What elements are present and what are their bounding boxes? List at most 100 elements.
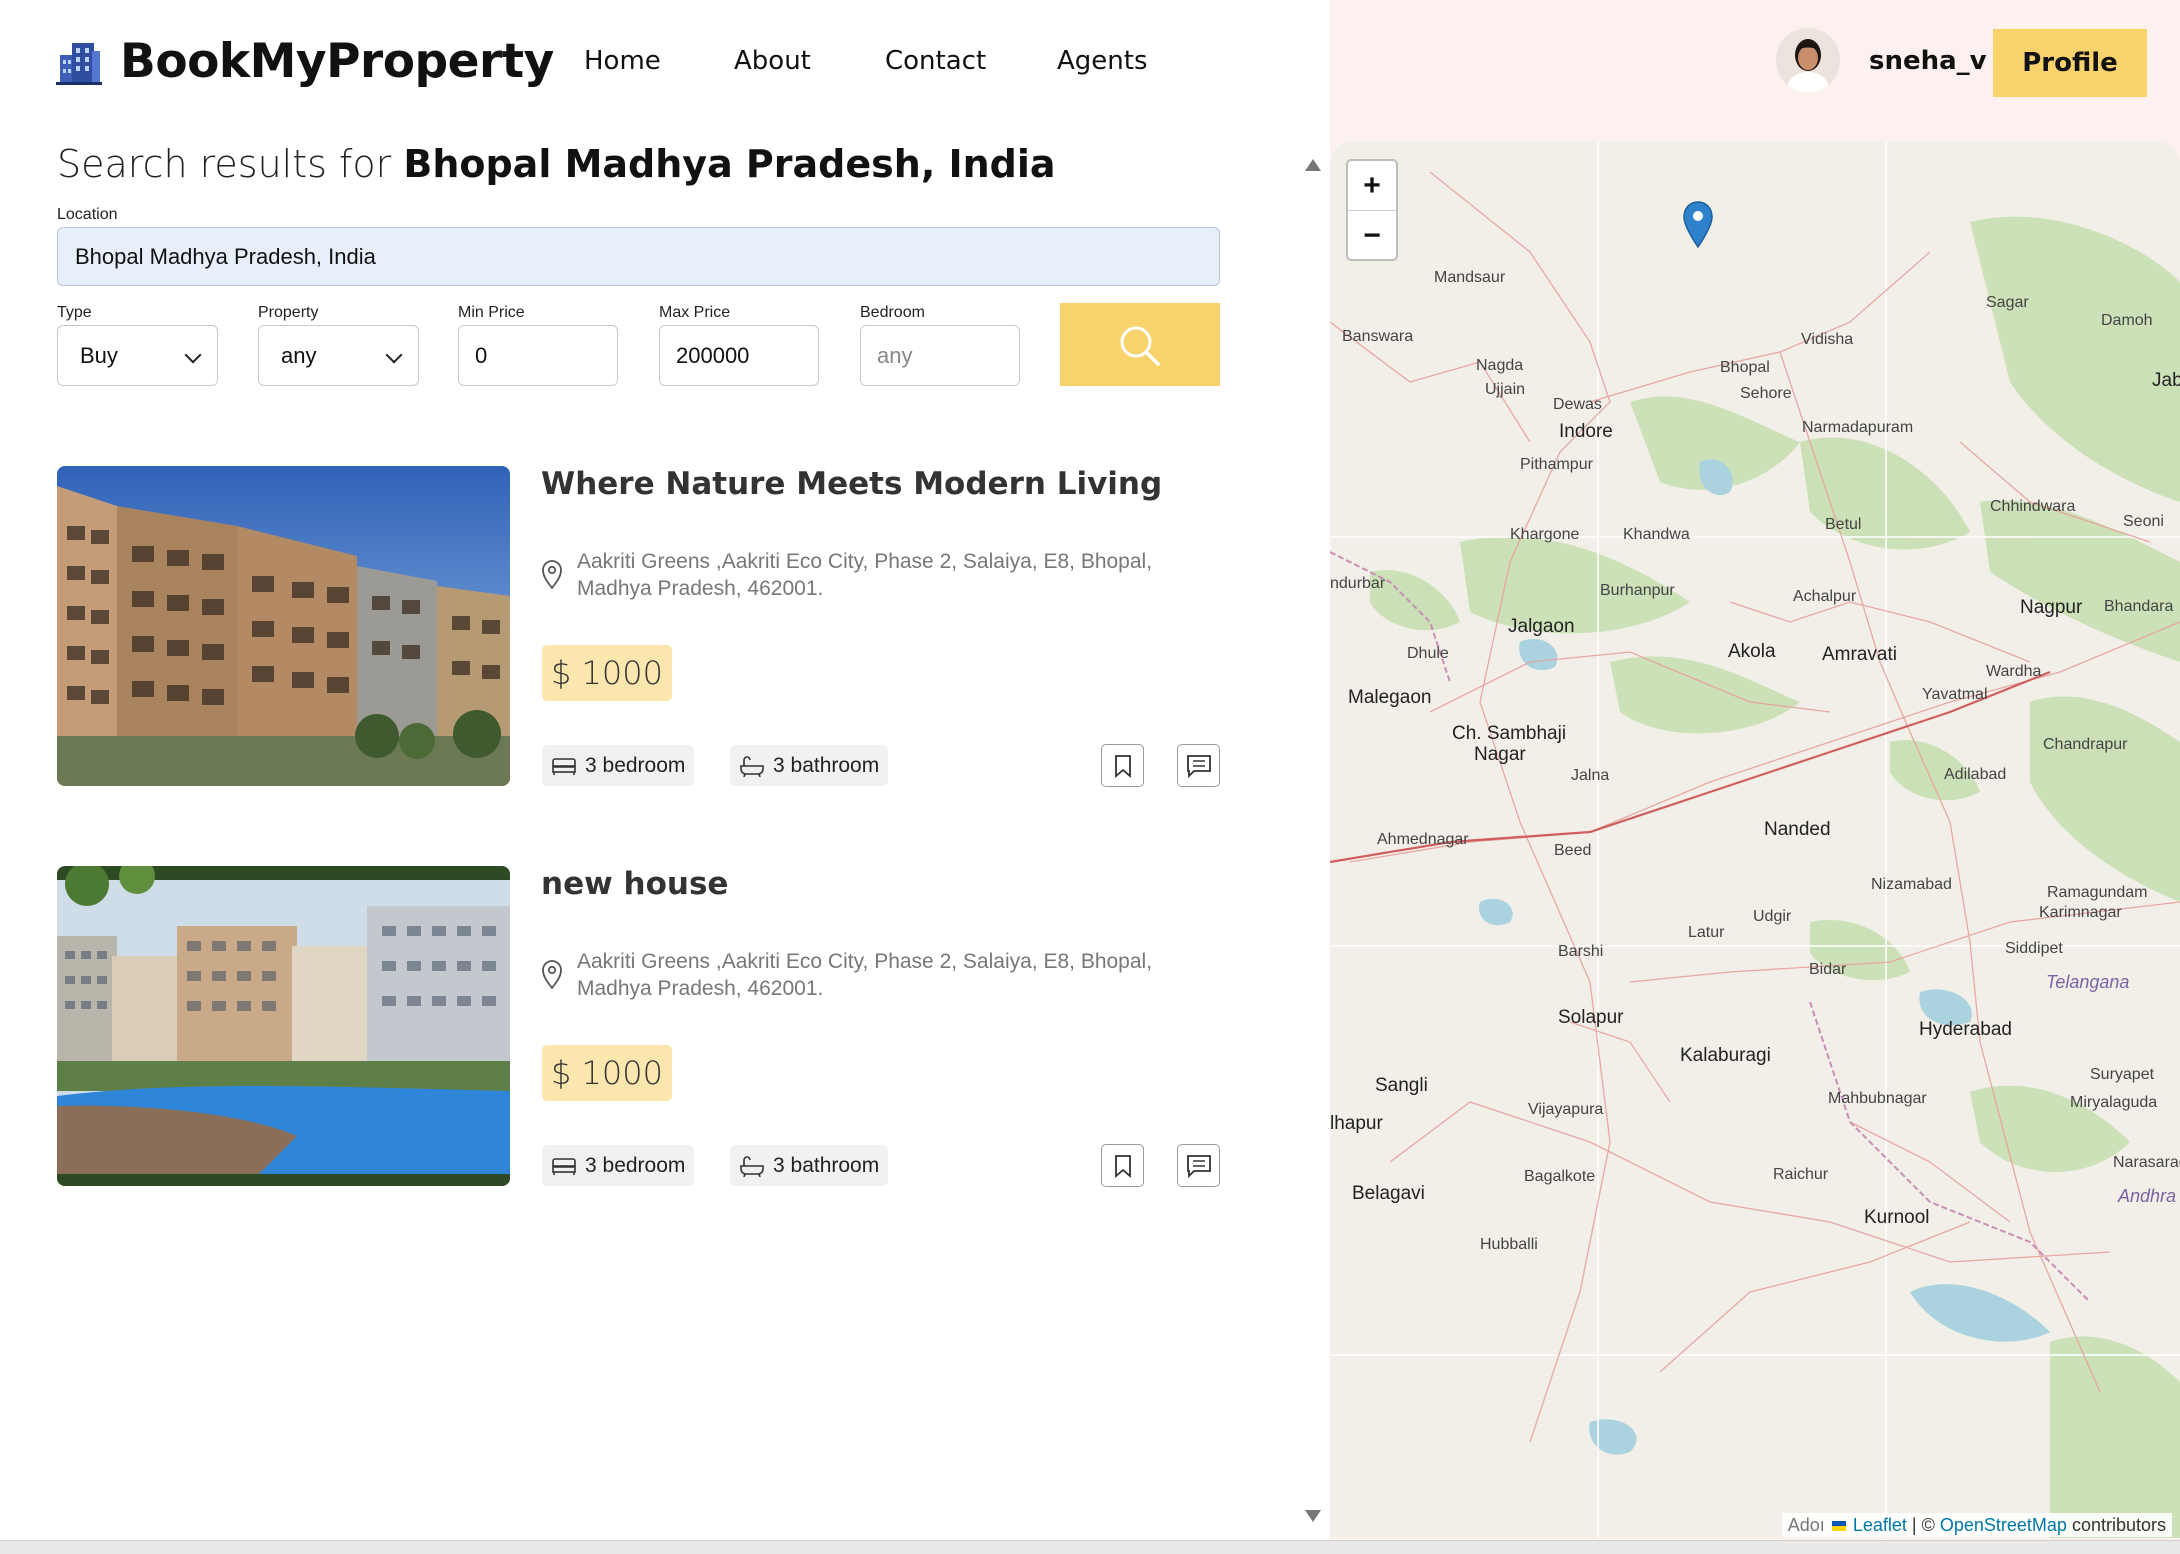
property-label: Property — [258, 304, 319, 321]
bedroom-count: 3 bedroom — [542, 745, 695, 786]
property-select[interactable]: any — [258, 325, 419, 386]
map-place-label: Chhindwara — [1990, 498, 2076, 515]
nav-home[interactable]: Home — [584, 46, 661, 76]
results-heading-query: Bhopal Madhya Pradesh, India — [403, 142, 1056, 186]
map-place-label: Nagpur — [2020, 597, 2083, 618]
page-title: Search results for Bhopal Madhya Pradesh… — [57, 142, 1056, 186]
map-place-label: Jaba — [2152, 370, 2180, 391]
listing-image[interactable] — [57, 866, 510, 1186]
map-place-label: Indore — [1559, 421, 1613, 442]
map-place-label: Bagalkote — [1524, 1168, 1596, 1185]
nav-agents[interactable]: Agents — [1057, 46, 1148, 76]
profile-button[interactable]: Profile — [1993, 29, 2147, 97]
apartment-photo — [57, 466, 510, 786]
bed-icon — [552, 757, 576, 775]
nav-about[interactable]: About — [734, 46, 811, 76]
bathroom-count: 3 bathroom — [730, 1145, 889, 1186]
location-input[interactable]: Bhopal Madhya Pradesh, India — [57, 227, 1220, 286]
map-place-label: Nagda — [1476, 357, 1524, 374]
bookmark-icon — [1114, 754, 1131, 778]
bookmark-icon — [1114, 1154, 1131, 1178]
brand-logo[interactable]: BookMyProperty — [56, 34, 554, 89]
ukraine-flag-icon — [1831, 1521, 1846, 1532]
listing-price: $ 1000 — [542, 645, 672, 701]
map-place-label: Barshi — [1558, 943, 1604, 960]
type-select[interactable]: Buy — [57, 325, 218, 386]
map-place-label: Narasaraope — [2113, 1154, 2180, 1171]
horizontal-scrollbar[interactable] — [0, 1540, 2180, 1554]
apartment-photo — [57, 866, 510, 1186]
bed-icon — [552, 1157, 576, 1175]
map-place-label: Sehore — [1740, 385, 1792, 402]
map-place-label: Dewas — [1553, 396, 1602, 413]
map-place-label: Jalgaon — [1508, 616, 1575, 637]
openstreetmap-link[interactable]: OpenStreetMap — [1940, 1515, 2067, 1535]
map-place-label: Siddipet — [2005, 940, 2063, 957]
map-zoom-control: + − — [1346, 159, 1398, 261]
map-place-label: Solapur — [1558, 1007, 1624, 1028]
map-place-label: Bhopal — [1720, 359, 1770, 376]
map-place-label: Vidisha — [1801, 331, 1854, 348]
map-place-label: Bhandara — [2104, 598, 2174, 615]
max-price-input[interactable]: 200000 — [659, 325, 819, 386]
bathtub-icon — [740, 1155, 764, 1177]
bedroom-count-text: 3 bedroom — [585, 753, 686, 777]
bathroom-count: 3 bathroom — [730, 745, 889, 786]
map-place-label: Hubballi — [1480, 1236, 1538, 1253]
leaflet-link[interactable]: Leaflet — [1853, 1515, 1907, 1535]
map-place-label: Ujjain — [1485, 381, 1526, 398]
map-place-label: Achalpur — [1793, 588, 1857, 605]
listing-address-text: Aakriti Greens ,Aakriti Eco City, Phase … — [577, 950, 1153, 1000]
map-place-label: Mandsaur — [1434, 269, 1506, 286]
map-place-label: Suryapet — [2090, 1066, 2155, 1083]
map-place-label: Nagar — [1474, 744, 1526, 765]
min-price-input[interactable]: 0 — [458, 325, 618, 386]
nav-contact[interactable]: Contact — [885, 46, 986, 76]
listing-address: Aakriti Greens ,Aakriti Eco City, Phase … — [541, 548, 1197, 602]
map-place-label: ndurbar — [1330, 575, 1386, 592]
map-place-label: Burhanpur — [1600, 582, 1675, 599]
map-place-label: Belagavi — [1352, 1183, 1425, 1204]
scroll-down-arrow-icon[interactable] — [1304, 1509, 1322, 1523]
scroll-up-arrow-icon[interactable] — [1304, 158, 1322, 172]
map-place-label: Banswara — [1342, 328, 1414, 345]
min-price-value: 0 — [475, 343, 488, 368]
map[interactable]: Mandsaur Banswara Nagda Ujjain Dewas Ind… — [1330, 142, 2180, 1538]
bedroom-label: Bedroom — [860, 304, 925, 321]
save-button[interactable] — [1101, 744, 1144, 787]
map-place-label: Udgir — [1753, 908, 1792, 925]
results-heading-prefix: Search results for — [57, 142, 392, 186]
map-place-label: Seoni — [2123, 513, 2164, 530]
listing-address-text: Aakriti Greens ,Aakriti Eco City, Phase … — [577, 550, 1153, 600]
map-place-label: Betul — [1825, 516, 1862, 533]
map-place-label: Telangana — [2046, 972, 2130, 992]
save-button[interactable] — [1101, 1144, 1144, 1187]
listing-image[interactable] — [57, 466, 510, 786]
chat-button[interactable] — [1177, 744, 1220, 787]
search-button[interactable] — [1060, 303, 1220, 386]
attribution-separator: | © — [1911, 1515, 1935, 1535]
map-place-label: Mahbubnagar — [1828, 1090, 1927, 1107]
map-place-label: Sangli — [1375, 1075, 1428, 1096]
map-place-label: Chandrapur — [2043, 736, 2128, 753]
map-place-label: Nizamabad — [1871, 876, 1952, 893]
brand-name: BookMyProperty — [120, 34, 554, 89]
username: sneha_v — [1869, 46, 1987, 76]
zoom-out-button[interactable]: − — [1348, 211, 1396, 260]
bathroom-count-text: 3 bathroom — [773, 1153, 880, 1177]
listing-title[interactable]: new house — [541, 866, 728, 902]
map-place-label: Malegaon — [1348, 687, 1432, 708]
min-price-label: Min Price — [458, 304, 525, 321]
chat-button[interactable] — [1177, 1144, 1220, 1187]
map-attribution: Adoı Leaflet | © OpenStreetMap contribut… — [1781, 1513, 2172, 1537]
location-pin-icon — [542, 960, 562, 990]
bathtub-icon — [740, 755, 764, 777]
avatar[interactable] — [1776, 28, 1840, 92]
location-pin-icon — [542, 560, 562, 590]
bedroom-placeholder: any — [877, 343, 913, 368]
search-icon — [1120, 326, 1160, 366]
zoom-in-button[interactable]: + — [1348, 161, 1396, 210]
bedroom-input[interactable]: any — [860, 325, 1020, 386]
map-place-label: Khandwa — [1623, 526, 1690, 543]
listing-title[interactable]: Where Nature Meets Modern Living — [541, 466, 1162, 502]
